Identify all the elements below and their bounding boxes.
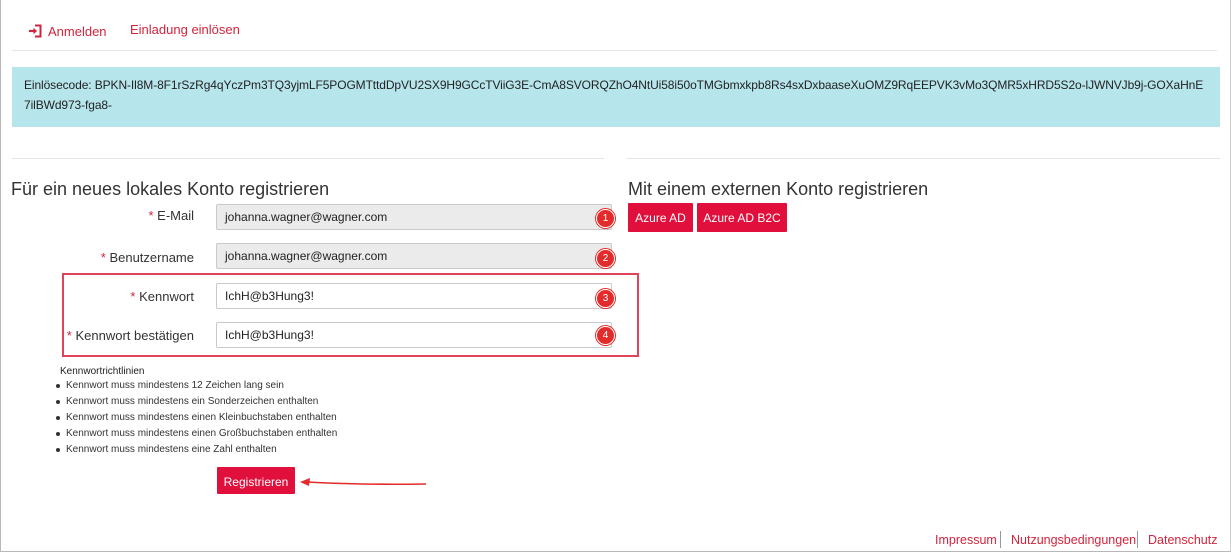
external-register-heading: Mit einem externen Konto registrieren [628, 179, 929, 199]
sign-in-icon [29, 24, 42, 38]
password-policy-list: Kennwort muss mindestens 12 Zeichen lang… [50, 378, 337, 458]
email-label: * E-Mail [148, 208, 194, 223]
list-item: Kennwort muss mindestens einen Kleinbuch… [55, 410, 337, 426]
annotation-badge-1: 1 [596, 209, 615, 228]
confirm-password-field[interactable]: IchH@b3Hung3! [216, 322, 612, 348]
list-item: Kennwort muss mindestens einen Großbuchs… [55, 426, 337, 442]
list-item: Kennwort muss mindestens eine Zahl entha… [55, 442, 337, 458]
username-label: * Benutzername [100, 250, 194, 265]
footer-link-impressum[interactable]: Impressum [935, 533, 997, 547]
password-field[interactable]: IchH@b3Hung3! [216, 283, 612, 309]
login-link[interactable]: Anmelden [48, 24, 107, 39]
annotation-badge-3: 3 [596, 289, 615, 308]
register-button[interactable]: Registrieren [217, 467, 295, 494]
footer-separator [1000, 531, 1001, 548]
list-item: Kennwort muss mindestens ein Sonderzeich… [55, 394, 337, 410]
confirm-password-label: * Kennwort bestätigen [66, 328, 194, 343]
username-field[interactable]: johanna.wagner@wagner.com [216, 243, 612, 269]
azure-ad-button[interactable]: Azure AD [628, 203, 693, 232]
password-policy-title: Kennwortrichtlinien [60, 366, 145, 377]
email-field[interactable]: johanna.wagner@wagner.com [216, 204, 612, 230]
local-register-heading: Für ein neues lokales Konto registrieren [11, 179, 330, 199]
required-mark: * [148, 208, 154, 223]
redeem-code-banner: Einlösecode: BPKN-Il8M-8F1rSzRg4qYczPm3T… [12, 67, 1220, 127]
footer-separator [1137, 531, 1138, 548]
annotation-badge-2: 2 [596, 249, 615, 268]
footer-link-terms[interactable]: Nutzungsbedingungen [1011, 533, 1136, 547]
redeem-code-text: Einlösecode: BPKN-Il8M-8F1rSzRg4qYczPm3T… [24, 78, 1204, 112]
azure-ad-b2c-button[interactable]: Azure AD B2C [697, 203, 787, 232]
list-item: Kennwort muss mindestens 12 Zeichen lang… [55, 378, 337, 394]
annotation-badge-4: 4 [596, 326, 615, 345]
annotation-arrow [300, 478, 427, 486]
divider-right [626, 158, 1220, 159]
divider-left [12, 158, 604, 159]
password-label: * Kennwort [130, 289, 194, 304]
footer-link-privacy[interactable]: Datenschutz [1148, 533, 1217, 547]
redeem-invitation-link[interactable]: Einladung einlösen [130, 22, 240, 37]
